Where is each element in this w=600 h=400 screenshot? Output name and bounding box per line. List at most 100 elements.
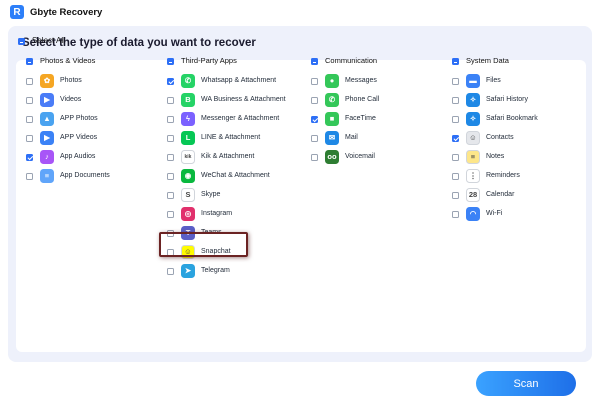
option-checkbox[interactable] (311, 97, 318, 104)
option-label: APP Videos (60, 134, 98, 141)
data-option-facetime[interactable]: ■ FaceTime (311, 111, 449, 128)
category-checkbox[interactable] (167, 58, 174, 65)
data-option-videos[interactable]: ▶ Videos (26, 92, 164, 109)
phone-call-icon: ✆ (325, 93, 339, 107)
option-checkbox[interactable] (167, 116, 174, 123)
option-label: Files (486, 77, 501, 84)
photos-icon: ✿ (40, 74, 54, 88)
data-option-line-and-attachment[interactable]: L LINE & Attachment (167, 130, 305, 147)
option-checkbox[interactable] (167, 135, 174, 142)
data-option-teams[interactable]: T Teams (167, 225, 305, 242)
option-checkbox[interactable] (452, 116, 459, 123)
app-videos-icon: ▶ (40, 131, 54, 145)
data-option-snapchat[interactable]: ☺ Snapchat (167, 244, 305, 261)
option-label: Telegram (201, 267, 230, 274)
data-option-calendar[interactable]: 28 Calendar (452, 187, 590, 204)
option-checkbox[interactable] (311, 154, 318, 161)
data-option-voicemail[interactable]: oo Voicemail (311, 149, 449, 166)
select-all-checkbox[interactable] (18, 38, 25, 45)
option-label: Contacts (486, 134, 514, 141)
option-checkbox[interactable] (167, 211, 174, 218)
option-checkbox[interactable] (167, 173, 174, 180)
data-option-skype[interactable]: S Skype (167, 187, 305, 204)
category-checkbox[interactable] (452, 58, 459, 65)
data-option-wa-business-and-attachment[interactable]: B WA Business & Attachment (167, 92, 305, 109)
option-checkbox[interactable] (167, 97, 174, 104)
option-label: Phone Call (345, 96, 380, 103)
safari-bookmark-icon: ✧ (466, 112, 480, 126)
data-option-photos[interactable]: ✿ Photos (26, 73, 164, 90)
option-checkbox[interactable] (311, 135, 318, 142)
select-all-option[interactable]: Select All (18, 36, 138, 48)
data-option-kik-and-attachment[interactable]: kik Kik & Attachment (167, 149, 305, 166)
category-checkbox[interactable] (311, 58, 318, 65)
data-option-reminders[interactable]: ⋮ Reminders (452, 168, 590, 185)
category-checkbox[interactable] (26, 58, 33, 65)
data-option-wechat-and-attachment[interactable]: ◉ WeChat & Attachment (167, 168, 305, 185)
category-column-communication: Communication ● Messages ✆ Phone Call ■ FaceTi… (311, 55, 451, 285)
option-checkbox[interactable] (452, 135, 459, 142)
option-label: Voicemail (345, 153, 375, 160)
data-option-instagram[interactable]: ◎ Instagram (167, 206, 305, 223)
data-option-app-videos[interactable]: ▶ APP Videos (26, 130, 164, 147)
option-label: Safari History (486, 96, 529, 103)
mail-icon: ✉ (325, 131, 339, 145)
data-option-app-photos[interactable]: ▲ APP Photos (26, 111, 164, 128)
data-option-mail[interactable]: ✉ Mail (311, 130, 449, 147)
option-label: Kik & Attachment (201, 153, 255, 160)
option-checkbox[interactable] (311, 116, 318, 123)
option-checkbox[interactable] (452, 211, 459, 218)
option-checkbox[interactable] (167, 268, 174, 275)
data-option-app-audios[interactable]: ♪ App Audios (26, 149, 164, 166)
option-checkbox[interactable] (26, 173, 33, 180)
option-label: FaceTime (345, 115, 376, 122)
option-checkbox[interactable] (452, 78, 459, 85)
data-option-whatsapp-and-attachment[interactable]: ✆ Whatsapp & Attachment (167, 73, 305, 90)
option-label: Reminders (486, 172, 520, 179)
option-label: Calendar (486, 191, 515, 198)
option-checkbox[interactable] (26, 78, 33, 85)
category-label: Third-Party Apps (181, 56, 237, 65)
category-header-third-party-apps[interactable]: Third-Party Apps (167, 55, 307, 67)
data-option-telegram[interactable]: ➤ Telegram (167, 263, 305, 280)
instagram-icon: ◎ (181, 207, 195, 221)
data-option-files[interactable]: ▬ Files (452, 73, 590, 90)
select-all-label: Select All (32, 36, 65, 45)
option-checkbox[interactable] (26, 135, 33, 142)
option-checkbox[interactable] (452, 97, 459, 104)
data-option-safari-history[interactable]: ✧ Safari History (452, 92, 590, 109)
option-checkbox[interactable] (26, 97, 33, 104)
data-option-contacts[interactable]: ☺ Contacts (452, 130, 590, 147)
data-option-messages[interactable]: ● Messages (311, 73, 449, 90)
data-option-app-documents[interactable]: ≡ App Documents (26, 168, 164, 185)
option-checkbox[interactable] (167, 230, 174, 237)
option-checkbox[interactable] (167, 249, 174, 256)
option-checkbox[interactable] (26, 154, 33, 161)
data-option-safari-bookmark[interactable]: ✧ Safari Bookmark (452, 111, 590, 128)
option-label: Instagram (201, 210, 233, 217)
data-option-notes[interactable]: ≡ Notes (452, 149, 590, 166)
option-checkbox[interactable] (26, 116, 33, 123)
data-option-messenger-and-attachment[interactable]: ϟ Messenger & Attachment (167, 111, 305, 128)
category-header-communication[interactable]: Communication (311, 55, 451, 67)
snapchat-icon: ☺ (181, 245, 195, 259)
option-checkbox[interactable] (167, 154, 174, 161)
category-label: Photos & Videos (40, 56, 96, 65)
option-label: Safari Bookmark (486, 115, 538, 122)
app-photos-icon: ▲ (40, 112, 54, 126)
option-checkbox[interactable] (311, 78, 318, 85)
data-option-phone-call[interactable]: ✆ Phone Call (311, 92, 449, 109)
wechat-icon: ◉ (181, 169, 195, 183)
category-header-system-data[interactable]: System Data (452, 55, 592, 67)
option-checkbox[interactable] (452, 173, 459, 180)
option-label: Wi-Fi (486, 210, 503, 217)
option-checkbox[interactable] (452, 192, 459, 199)
files-icon: ▬ (466, 74, 480, 88)
option-checkbox[interactable] (167, 78, 174, 85)
category-header-photos-and-videos[interactable]: Photos & Videos (26, 55, 166, 67)
data-option-wi-fi[interactable]: ◠ Wi-Fi (452, 206, 590, 223)
option-checkbox[interactable] (452, 154, 459, 161)
category-column-photos-and-videos: Photos & Videos ✿ Photos ▶ Videos ▲ APP Photos… (26, 55, 166, 285)
option-checkbox[interactable] (167, 192, 174, 199)
scan-button[interactable]: Scan (476, 371, 576, 396)
